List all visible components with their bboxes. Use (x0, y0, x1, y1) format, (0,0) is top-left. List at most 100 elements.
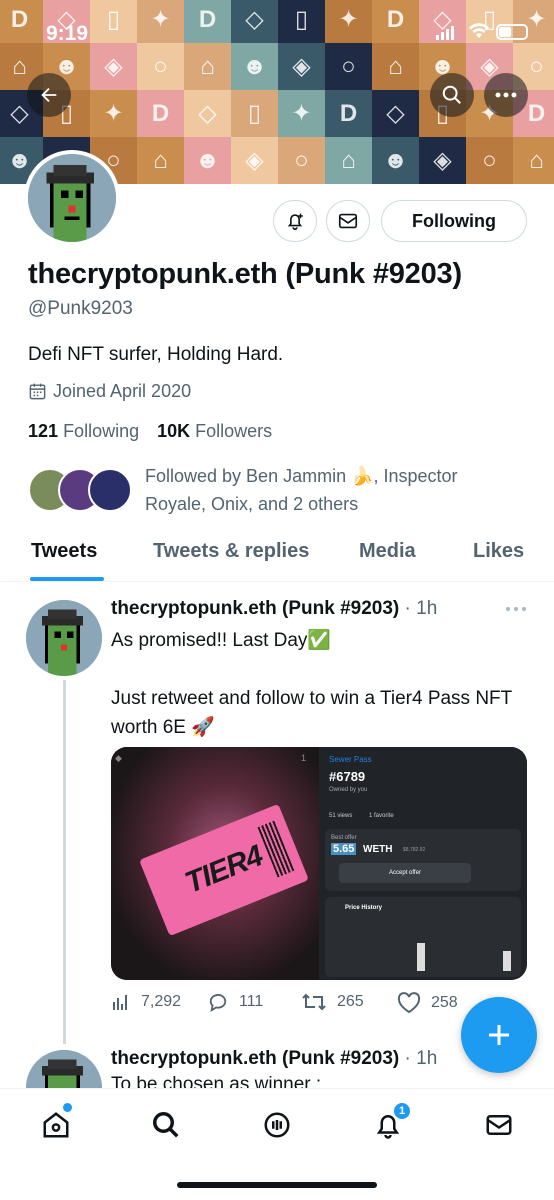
nav-notifications[interactable]: 1 (368, 1101, 412, 1145)
active-tab-indicator (30, 577, 104, 581)
offer-amount: 5.65 (331, 843, 357, 855)
retweet-action[interactable]: 265 (301, 992, 364, 1012)
profile-tabs: Tweets Tweets & replies Media Likes (0, 530, 554, 582)
message-button[interactable] (326, 200, 370, 242)
price-bar (417, 943, 425, 971)
profile-avatar[interactable] (24, 150, 120, 246)
followers-label: Followers (195, 421, 273, 441)
more-icon (495, 92, 517, 98)
tab-tweets-replies[interactable]: Tweets & replies (153, 540, 309, 563)
banner-tile: ☻ (372, 137, 419, 184)
price-history-label: Price History (345, 905, 383, 911)
punk-avatar-image (28, 154, 116, 242)
views-count: 7,292 (141, 993, 182, 1010)
thread-line (63, 680, 66, 1044)
favorites-count: 1 favorite (369, 813, 394, 819)
tab-tweets[interactable]: Tweets (31, 540, 97, 563)
nav-spaces[interactable] (257, 1105, 297, 1145)
tweet-author-avatar[interactable] (26, 1050, 102, 1090)
back-button[interactable] (27, 73, 71, 117)
tweet-author-avatar[interactable] (26, 600, 102, 676)
arrow-left-icon (41, 87, 57, 103)
followed-by-text[interactable]: Followed by Ben Jammin 🍌, Inspector Roya… (145, 462, 505, 518)
envelope-icon (486, 1115, 512, 1135)
following-stat[interactable]: 121 Following (28, 421, 139, 442)
banner-tile: ◇ (231, 0, 278, 43)
tweet-author-name[interactable]: thecryptopunk.eth (Punk #9203) (111, 598, 399, 619)
views-count: 51 views (329, 813, 353, 819)
tab-media[interactable]: Media (359, 540, 416, 563)
compose-tweet-button[interactable] (461, 997, 537, 1073)
tweet-more-button[interactable] (505, 600, 527, 618)
banner-tile: ○ (466, 137, 513, 184)
owned-by: Owned by you (329, 787, 368, 793)
banner-tile: ○ (278, 137, 325, 184)
ticket-text: TIER4 (180, 839, 268, 900)
reply-icon (209, 994, 227, 1012)
price-bar (503, 951, 511, 971)
profile-bio: Defi NFT surfer, Holding Hard. (28, 344, 284, 365)
more-icon (506, 607, 526, 611)
punk-avatar-image (26, 1050, 102, 1090)
tweet-text-line: As promised!! Last Day✅ (111, 630, 332, 651)
tweet-text-preview: To be chosen as winner : (111, 1074, 322, 1088)
heart-icon (397, 992, 421, 1014)
nft-likes-small: 1 (301, 753, 307, 763)
banner-tile: ◈ (90, 43, 137, 90)
banner-tile: ⌂ (184, 43, 231, 90)
tweet-text-line: Just retweet and follow to win a Tier4 P… (111, 688, 512, 738)
banner-tile: ⌂ (137, 137, 184, 184)
follow-stats: 121 Following 10K Followers (28, 421, 272, 442)
token-id: #6789 (329, 769, 366, 784)
bell-plus-icon (287, 213, 303, 231)
like-action[interactable]: 258 (397, 992, 458, 1014)
banner-tile: ◈ (231, 137, 278, 184)
banner-tile: ◇ (184, 90, 231, 137)
banner-tile: D (184, 0, 231, 43)
reply-action[interactable]: 111 (207, 992, 263, 1012)
banner-tile: ✦ (137, 0, 184, 43)
offer-usd: $8,782.92 (403, 847, 426, 853)
envelope-icon (338, 213, 358, 229)
spaces-icon (264, 1112, 290, 1138)
search-button[interactable] (430, 73, 474, 117)
tweet-author-name[interactable]: thecryptopunk.eth (Punk #9203) (111, 1048, 399, 1069)
tab-likes[interactable]: Likes (473, 540, 524, 563)
views-action[interactable]: 7,292 (111, 992, 181, 1012)
search-icon (153, 1112, 179, 1138)
notifications-toggle-button[interactable] (273, 200, 317, 242)
follower-avatar[interactable] (88, 468, 132, 512)
price-history-box: Price History (325, 897, 521, 977)
nav-search[interactable] (146, 1105, 186, 1145)
user-handle: @Punk9203 (28, 298, 133, 319)
tweet-header: thecryptopunk.eth (Punk #9203) · 1h (111, 598, 437, 620)
status-time: 9:19 (46, 22, 89, 45)
offer-box: Best offer 5.65 WETH $8,782.92 Accept of… (325, 829, 521, 891)
banner-tile: ◈ (419, 137, 466, 184)
tweet-media-image[interactable]: ◆ 1 TIER4 Sewer Pass #6789 Owned by you … (111, 747, 527, 980)
display-name: thecryptopunk.eth (Punk #9203) (28, 258, 462, 290)
banner-tile: D (0, 0, 43, 43)
retweet-count: 265 (337, 993, 364, 1010)
tweet-text: As promised!! Last Day✅ Just retweet and… (111, 626, 531, 742)
nav-messages[interactable] (479, 1105, 519, 1145)
banner-tile: ✦ (278, 90, 325, 137)
followers-stat[interactable]: 10K Followers (157, 421, 272, 442)
analytics-icon (113, 995, 127, 1010)
signal-icon (436, 24, 454, 40)
banner-tile: ✦ (90, 90, 137, 137)
nft-image-icon: ◆ (115, 753, 122, 763)
following-button[interactable]: Following (381, 200, 527, 242)
punk-avatar-image (26, 600, 102, 676)
sewer-pass-ticket: TIER4 (139, 803, 309, 937)
following-label: Following (63, 421, 140, 441)
followers-count: 10K (157, 421, 191, 441)
nav-home[interactable] (36, 1103, 76, 1145)
banner-tile: ☻ (184, 137, 231, 184)
accept-offer-button: Accept offer (339, 863, 471, 883)
banner-tile: ◈ (278, 43, 325, 90)
banner-tile: ▯ (90, 0, 137, 43)
calendar-icon (29, 383, 46, 400)
more-options-button[interactable] (484, 73, 528, 117)
banner-tile: ○ (137, 43, 184, 90)
